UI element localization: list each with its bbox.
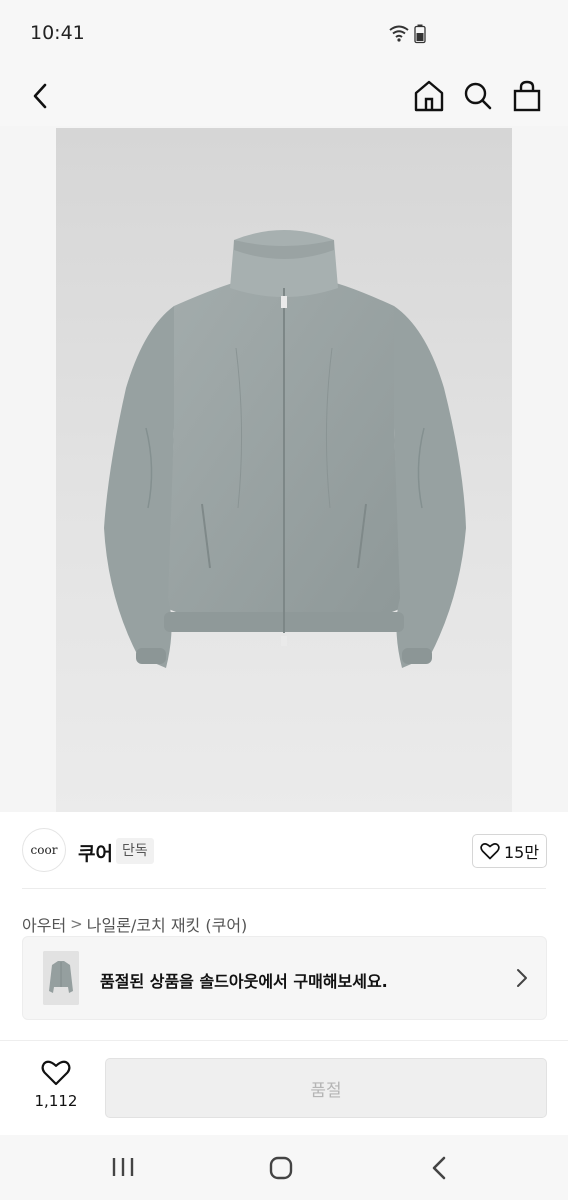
brand-like-count: 15만	[503, 843, 540, 862]
wishlist-count: 1,112	[34, 1092, 78, 1110]
breadcrumb-item-category[interactable]: 아우터	[22, 912, 66, 936]
soldout-banner[interactable]: 품절된 상품을 솔드아웃에서 구매해보세요.	[22, 936, 547, 1020]
heart-icon	[41, 1060, 71, 1086]
breadcrumb-separator: >	[70, 915, 83, 933]
wishlist-button[interactable]: 1,112	[30, 1059, 82, 1110]
breadcrumb: 아우터 > 나일론/코치 재킷 (쿠어)	[22, 912, 247, 936]
system-nav-bar	[0, 1135, 568, 1200]
chevron-left-icon	[33, 83, 47, 109]
soldout-purchase-button[interactable]: 품절	[105, 1058, 547, 1118]
exclusive-badge: 단독	[116, 838, 154, 864]
bottom-action-bar: 1,112 품절	[0, 1040, 568, 1135]
app-bar	[0, 66, 568, 126]
brand-logo[interactable]: coor	[22, 828, 66, 872]
product-image[interactable]	[56, 128, 512, 812]
hidden-content-peek	[26, 1020, 156, 1028]
home-button[interactable]	[410, 74, 448, 118]
wifi-icon	[388, 24, 410, 46]
jacket-illustration	[104, 230, 466, 668]
recents-icon	[112, 1158, 134, 1176]
back-nav-button[interactable]	[428, 1155, 450, 1185]
divider	[22, 888, 546, 889]
status-bar: 10:41	[0, 0, 568, 66]
circle-home-icon	[269, 1156, 293, 1180]
status-time: 10:41	[30, 22, 85, 44]
brand-like-button[interactable]: 15만	[472, 834, 547, 868]
search-icon	[464, 82, 492, 110]
heart-icon	[480, 843, 500, 860]
cart-button[interactable]	[508, 74, 546, 118]
brand-row: coor 쿠어 단독 15만	[0, 812, 568, 890]
back-button[interactable]	[22, 76, 58, 116]
shopping-bag-icon	[513, 80, 541, 112]
breadcrumb-item-subcategory[interactable]: 나일론/코치 재킷 (쿠어)	[87, 912, 248, 936]
recents-button[interactable]	[110, 1155, 136, 1183]
search-button[interactable]	[459, 74, 497, 118]
battery-icon	[414, 24, 426, 48]
soldout-thumbnail	[43, 951, 79, 1005]
soldout-banner-text: 품절된 상품을 솔드아웃에서 구매해보세요.	[100, 972, 388, 991]
home-nav-button[interactable]	[268, 1155, 294, 1185]
home-icon	[414, 80, 444, 112]
product-image-area	[0, 126, 568, 812]
brand-name[interactable]: 쿠어	[78, 839, 113, 866]
chevron-right-icon	[514, 967, 530, 989]
back-chevron-icon	[432, 1156, 446, 1180]
